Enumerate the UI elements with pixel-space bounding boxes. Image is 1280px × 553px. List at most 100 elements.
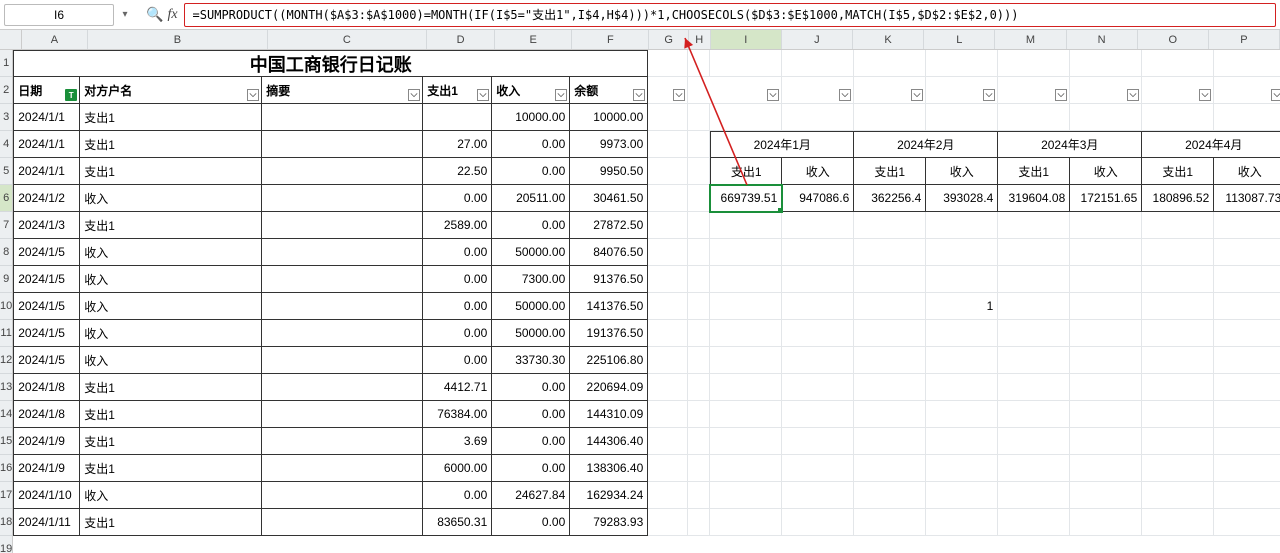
- cell-party[interactable]: 支出1: [80, 104, 262, 131]
- cell[interactable]: [710, 428, 782, 455]
- filter-dropdown-icon[interactable]: [673, 89, 685, 101]
- cell[interactable]: [1142, 320, 1214, 347]
- cell[interactable]: [262, 482, 423, 509]
- col-header-K[interactable]: K: [853, 30, 924, 49]
- filter-dropdown-icon[interactable]: [1055, 89, 1067, 101]
- cell[interactable]: 支出1: [80, 374, 262, 401]
- cell[interactable]: [1214, 239, 1280, 266]
- cell[interactable]: [648, 77, 688, 104]
- cell[interactable]: 0.00: [492, 374, 570, 401]
- sub-header-out[interactable]: 支出1: [1142, 158, 1214, 185]
- cell[interactable]: [782, 320, 854, 347]
- name-box-dropdown-icon[interactable]: ▾: [118, 4, 132, 26]
- cell-summary[interactable]: [262, 158, 423, 185]
- sub-header-in[interactable]: 收入: [1070, 158, 1142, 185]
- cell[interactable]: 7300.00: [492, 266, 570, 293]
- cell[interactable]: 2024/1/5: [13, 293, 80, 320]
- cell[interactable]: [1142, 401, 1214, 428]
- month-header[interactable]: 2024年2月: [854, 131, 998, 158]
- cell[interactable]: [648, 158, 688, 185]
- cell[interactable]: 0.00: [492, 428, 570, 455]
- cell[interactable]: [1142, 104, 1214, 131]
- cell[interactable]: 6000.00: [423, 455, 492, 482]
- cell[interactable]: [1214, 482, 1280, 509]
- cell[interactable]: [688, 158, 710, 185]
- row-header-1[interactable]: 1: [0, 50, 12, 77]
- cell[interactable]: [854, 401, 926, 428]
- cell[interactable]: [648, 104, 688, 131]
- cell[interactable]: [688, 185, 710, 212]
- search-icon[interactable]: 🔍: [146, 6, 163, 23]
- cell[interactable]: [854, 347, 926, 374]
- cell[interactable]: [688, 320, 710, 347]
- cell[interactable]: 2589.00: [423, 212, 492, 239]
- cell[interactable]: [1070, 482, 1142, 509]
- cell-bal[interactable]: 9973.00: [570, 131, 648, 158]
- cell[interactable]: [926, 509, 998, 536]
- col-header-H[interactable]: H: [689, 30, 711, 49]
- cell[interactable]: [926, 212, 998, 239]
- cell[interactable]: [710, 455, 782, 482]
- cell[interactable]: [854, 320, 926, 347]
- cell[interactable]: [688, 266, 710, 293]
- sub-header-in[interactable]: 收入: [926, 158, 998, 185]
- filter-dropdown-icon[interactable]: [477, 89, 489, 101]
- cell-date[interactable]: 2024/1/2: [13, 185, 80, 212]
- row-header-3[interactable]: 3: [0, 104, 12, 131]
- row-header-14[interactable]: 14: [0, 401, 12, 428]
- summary-value[interactable]: 113087.73: [1214, 185, 1280, 212]
- cell[interactable]: [926, 482, 998, 509]
- cell[interactable]: 2024/1/5: [13, 239, 80, 266]
- col-header-I[interactable]: I: [711, 30, 782, 49]
- cell[interactable]: 76384.00: [423, 401, 492, 428]
- cell[interactable]: [1214, 374, 1280, 401]
- cell-party[interactable]: 支出1: [80, 131, 262, 158]
- sub-header-in[interactable]: 收入: [1214, 158, 1280, 185]
- sub-header-in[interactable]: 收入: [782, 158, 854, 185]
- filter-dropdown-icon[interactable]: [633, 89, 645, 101]
- filter-dropdown-icon[interactable]: [1199, 89, 1211, 101]
- cell[interactable]: [262, 212, 423, 239]
- cell[interactable]: [926, 50, 998, 77]
- cell[interactable]: 支出1: [80, 401, 262, 428]
- cell[interactable]: [782, 401, 854, 428]
- row-header-7[interactable]: 7: [0, 212, 12, 239]
- row-header-12[interactable]: 12: [0, 347, 12, 374]
- cell[interactable]: [648, 266, 688, 293]
- cell[interactable]: [648, 239, 688, 266]
- row-header-16[interactable]: 16: [0, 455, 12, 482]
- cell[interactable]: [998, 482, 1070, 509]
- cell[interactable]: 0.00: [492, 401, 570, 428]
- cell[interactable]: [926, 266, 998, 293]
- cell[interactable]: [710, 509, 782, 536]
- cell[interactable]: [926, 239, 998, 266]
- cell[interactable]: [998, 374, 1070, 401]
- ledger-header-summary[interactable]: 摘要: [262, 77, 423, 104]
- cell[interactable]: 2024/1/10: [13, 482, 80, 509]
- cell[interactable]: [648, 428, 688, 455]
- cell[interactable]: 84076.50: [570, 239, 648, 266]
- cell[interactable]: [688, 428, 710, 455]
- row-header-4[interactable]: 4: [0, 131, 12, 158]
- summary-value[interactable]: 319604.08: [998, 185, 1070, 212]
- cell[interactable]: [688, 131, 710, 158]
- row-header-15[interactable]: 15: [0, 428, 12, 455]
- cell[interactable]: [1070, 104, 1142, 131]
- row-header-17[interactable]: 17: [0, 482, 12, 509]
- cell[interactable]: [1214, 50, 1280, 77]
- cell[interactable]: [998, 347, 1070, 374]
- cell[interactable]: [688, 482, 710, 509]
- cell[interactable]: [262, 293, 423, 320]
- cell[interactable]: [854, 374, 926, 401]
- cell[interactable]: [782, 293, 854, 320]
- col-header-E[interactable]: E: [495, 30, 572, 49]
- filter-dropdown-icon[interactable]: [408, 89, 420, 101]
- cell-summary[interactable]: [262, 185, 423, 212]
- cell[interactable]: [926, 104, 998, 131]
- cell[interactable]: [854, 266, 926, 293]
- cell[interactable]: [1214, 104, 1280, 131]
- cell[interactable]: 收入: [80, 482, 262, 509]
- col-header-P[interactable]: P: [1209, 30, 1280, 49]
- month-header[interactable]: 2024年1月: [710, 131, 854, 158]
- selected-cell-I6[interactable]: 669739.51: [710, 185, 782, 212]
